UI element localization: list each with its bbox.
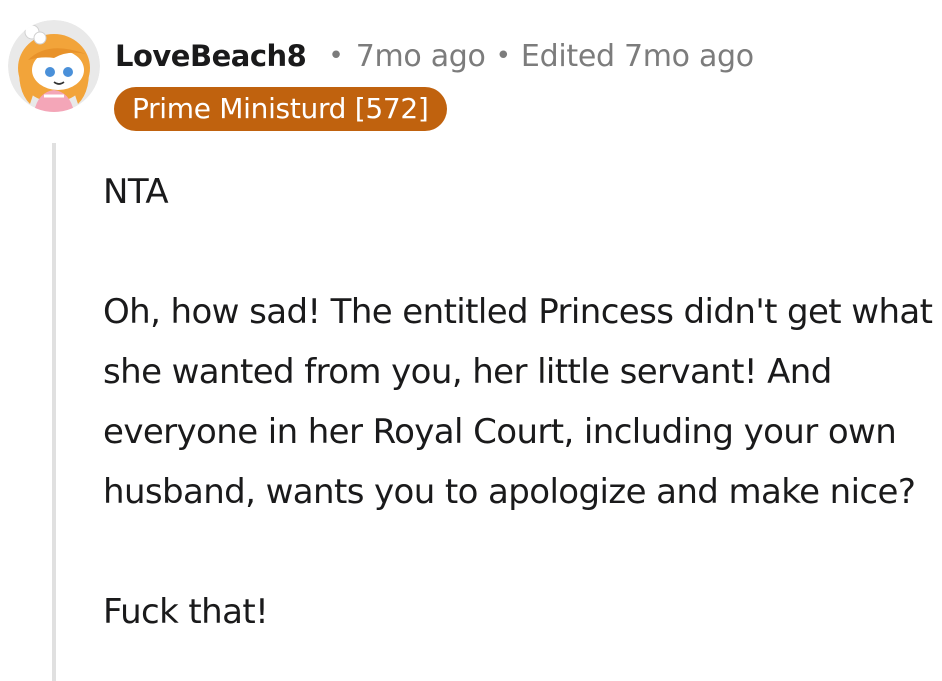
separator-dot: • [328, 41, 344, 71]
user-avatar[interactable] [8, 20, 100, 112]
comment-paragraph: Fuck that! [103, 592, 269, 632]
comment-header: LoveBeach8 • 7mo ago • Edited 7mo ago [115, 34, 754, 78]
thread-collapse-line[interactable] [52, 143, 56, 681]
username-link[interactable]: LoveBeach8 [115, 39, 307, 73]
comment-paragraph: Oh, how sad! The entitled Princess didn'… [103, 292, 933, 512]
user-flair-badge: Prime Ministurd [572] [114, 87, 447, 131]
edited-timestamp: Edited 7mo ago [520, 38, 754, 74]
comment-body: NTA Oh, how sad! The entitled Princess d… [103, 162, 933, 642]
timestamp[interactable]: 7mo ago [356, 39, 486, 74]
comment-paragraph: NTA [103, 172, 169, 212]
separator-dot: • [495, 41, 511, 71]
snoo-avatar-icon [8, 20, 100, 112]
